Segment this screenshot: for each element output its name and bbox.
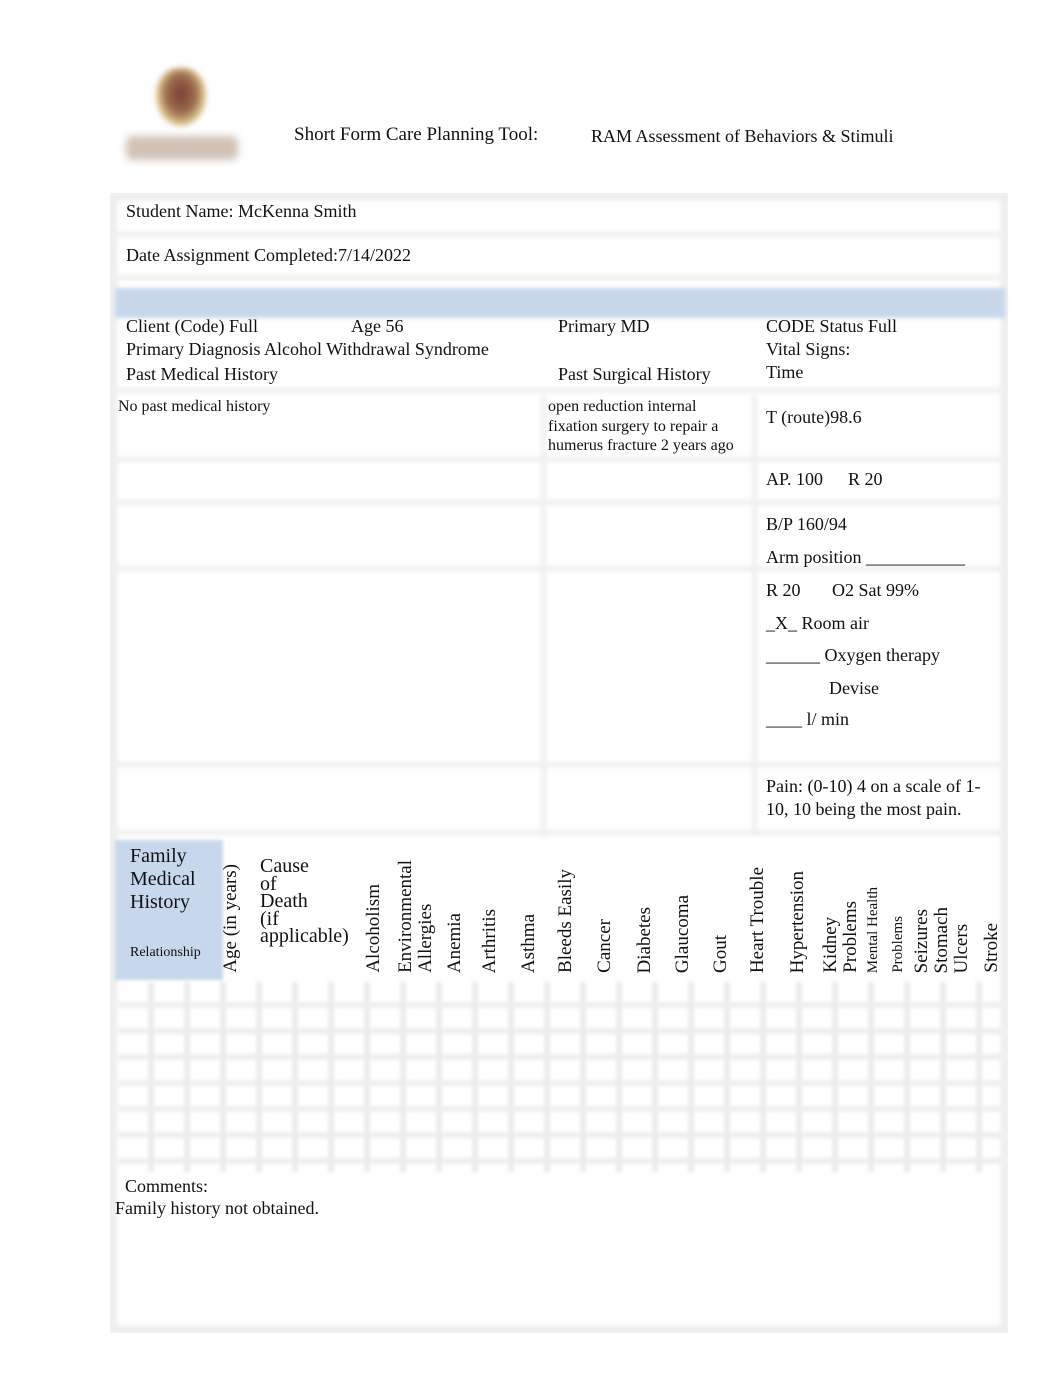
form-title: Short Form Care Planning Tool: xyxy=(294,124,539,145)
respirations-2[interactable]: R 20 xyxy=(766,580,801,602)
condition-header-gout: Gout xyxy=(710,840,735,973)
relationship-label: Relationship xyxy=(130,945,201,960)
divider xyxy=(115,830,1005,835)
divider xyxy=(115,275,1005,280)
pain-scale[interactable]: Pain: (0-10) 4 on a scale of 1- xyxy=(766,776,980,798)
temperature[interactable]: T (route)98.6 xyxy=(766,407,862,429)
room-air-option[interactable]: _X_ Room air xyxy=(766,613,869,635)
divider xyxy=(115,457,1005,462)
label-line: Stomach xyxy=(931,906,952,974)
condition-label: Cancer xyxy=(594,919,615,973)
label-line: Problems xyxy=(840,901,861,973)
comments-label: Comments: xyxy=(125,1176,209,1196)
past-medical-history-label: Past Medical History xyxy=(126,364,278,384)
divider xyxy=(541,395,546,835)
title-line: Medical xyxy=(130,868,196,890)
cause-of-death-header: Cause of Death (if applicable) xyxy=(260,856,349,947)
oxygen-flow-rate[interactable]: ____ l/ min xyxy=(766,709,849,731)
age-header-text: Age (in years) xyxy=(220,864,241,973)
condition-label: Environmental Allergies xyxy=(395,860,436,973)
blood-pressure[interactable]: B/P 160/94 xyxy=(766,514,847,536)
divider xyxy=(752,395,757,835)
condition-label: Problems xyxy=(890,916,906,973)
student-name[interactable]: Student Name: McKenna Smith xyxy=(126,201,356,223)
condition-header-cancer: Cancer xyxy=(594,840,619,973)
form-subtitle: RAM Assessment of Behaviors & Stimuli xyxy=(591,126,894,146)
primary-md[interactable]: Primary MD xyxy=(558,316,650,338)
condition-label: Glaucoma xyxy=(672,894,693,973)
condition-label: Stroke xyxy=(981,923,1002,973)
divider xyxy=(115,232,1005,237)
vital-signs-label: Vital Signs: xyxy=(766,339,851,359)
respirations[interactable]: R 20 xyxy=(848,469,883,491)
primary-diagnosis[interactable]: Primary Diagnosis Alcohol Withdrawal Syn… xyxy=(126,339,489,361)
school-crest-logo xyxy=(118,58,248,168)
label-line: Environmental xyxy=(395,860,416,973)
pain-scale-cont: 10, 10 being the most pain. xyxy=(766,799,962,819)
condition-header-arthritis: Arthritis xyxy=(479,840,504,973)
condition-label: Kidney Problems xyxy=(820,901,861,973)
header-line: applicable) xyxy=(260,925,349,947)
condition-label: Mental Health xyxy=(865,886,881,973)
condition-label: Bleeds Easily xyxy=(555,869,576,973)
condition-header-alcoholism: Alcoholism xyxy=(363,840,388,973)
condition-label: Diabetes xyxy=(634,906,655,973)
condition-label: Heart Trouble xyxy=(747,866,768,973)
divider xyxy=(115,500,1005,505)
oxygen-therapy-option[interactable]: ______ Oxygen therapy xyxy=(766,645,940,667)
condition-header-kidney-problems: Kidney Problems xyxy=(820,840,863,973)
label-line: Kidney xyxy=(820,917,841,973)
family-history-grid[interactable] xyxy=(118,982,1004,1172)
client-age[interactable]: Age 56 xyxy=(351,316,404,338)
condition-header-diabetes: Diabetes xyxy=(634,840,659,973)
banner-icon xyxy=(126,136,238,160)
past-surgical-history-line[interactable]: humerus fracture 2 years ago xyxy=(548,436,734,456)
title-line: History xyxy=(130,891,190,913)
past-surgical-history-line[interactable]: fixation surgery to repair a xyxy=(548,417,718,437)
condition-header-stroke: Stroke xyxy=(981,840,1006,973)
condition-header-mental-health-cont: Problems xyxy=(890,840,909,973)
condition-header-hypertension: Hypertension xyxy=(787,840,812,973)
label-line: Allergies xyxy=(415,903,436,973)
client-code[interactable]: Client (Code) Full xyxy=(126,316,258,338)
code-status[interactable]: CODE Status Full xyxy=(766,316,897,338)
past-surgical-history-label: Past Surgical History xyxy=(558,364,711,384)
condition-label: Alcoholism xyxy=(363,884,384,973)
condition-header-asthma: Asthma xyxy=(518,840,543,973)
condition-header-glaucoma: Glaucoma xyxy=(672,840,697,973)
title-line: Family xyxy=(130,845,187,867)
oxygen-device[interactable]: Devise xyxy=(829,678,879,700)
family-history-title: Family Medical History xyxy=(130,845,196,914)
past-surgical-history-line[interactable]: open reduction internal xyxy=(548,397,696,417)
condition-label: Hypertension xyxy=(787,870,808,973)
condition-header-environmental-allergies: Environmental Allergies xyxy=(395,840,436,973)
condition-header-mental-health: Mental Health xyxy=(865,840,884,973)
condition-label: Anemia xyxy=(444,912,465,973)
condition-header-heart-trouble: Heart Trouble xyxy=(747,840,772,973)
condition-label: Gout xyxy=(710,935,731,973)
label-line: Ulcers xyxy=(951,923,972,973)
divider xyxy=(115,388,1005,393)
past-medical-history-value[interactable]: No past medical history xyxy=(118,397,270,417)
crest-icon xyxy=(156,68,206,126)
condition-label: Asthma xyxy=(518,913,539,973)
divider xyxy=(115,762,1005,767)
condition-header-anemia: Anemia xyxy=(444,840,469,973)
time-label: Time xyxy=(766,362,804,382)
arm-position[interactable]: Arm position ___________ xyxy=(766,547,965,569)
comments-text[interactable]: Family history not obtained. xyxy=(115,1198,319,1220)
condition-label: Seizures xyxy=(911,908,932,973)
condition-label: Arthritis xyxy=(479,908,500,973)
age-column-header: Age (in years) xyxy=(220,845,247,973)
date-completed[interactable]: Date Assignment Completed:7/14/2022 xyxy=(126,245,411,267)
section-band xyxy=(115,288,1005,318)
o2-saturation[interactable]: O2 Sat 99% xyxy=(832,580,919,602)
condition-label: Stomach Ulcers xyxy=(931,906,972,974)
condition-header-stomach-ulcers: Stomach Ulcers xyxy=(931,840,974,974)
apical-pulse[interactable]: AP. 100 xyxy=(766,469,823,491)
condition-header-bleeds-easily: Bleeds Easily xyxy=(555,840,580,973)
